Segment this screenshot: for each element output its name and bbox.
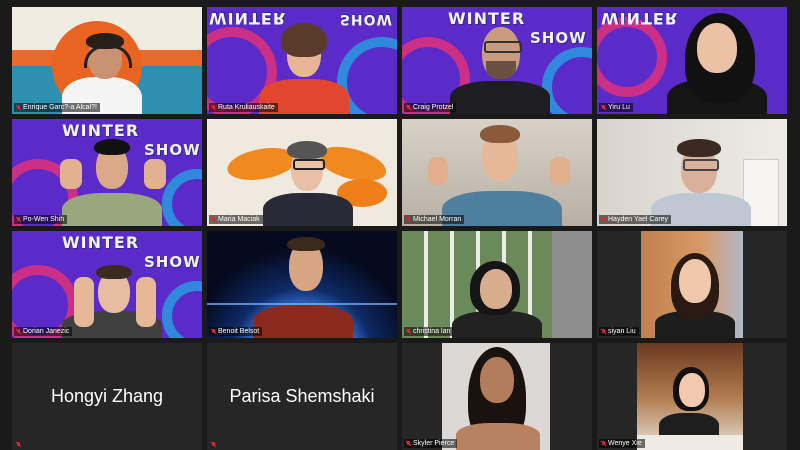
video-tile-camera-off[interactable]: Parisa Shemshaki bbox=[207, 343, 397, 450]
participant-name: Enrique Garc?-a Alcal?! bbox=[23, 104, 97, 111]
muted-mic-icon bbox=[211, 104, 216, 111]
sunset-background bbox=[12, 7, 202, 114]
video-tile[interactable]: Maria Maciak bbox=[207, 119, 397, 226]
room-background bbox=[402, 119, 592, 226]
name-tag: Skyler Pierce bbox=[404, 439, 458, 448]
participant-display-name: Parisa Shemshaki bbox=[229, 386, 375, 406]
muted-mic-icon bbox=[601, 328, 606, 335]
video-tile[interactable]: Wenye Xie bbox=[597, 343, 787, 450]
video-tile[interactable]: christina lan bbox=[402, 231, 592, 338]
video-tile[interactable]: siyan Liu bbox=[597, 231, 787, 338]
participant-name: Yiru Lu bbox=[608, 104, 630, 111]
participant-name: Benoit Belsot bbox=[218, 328, 260, 335]
muted-mic-icon bbox=[601, 104, 606, 111]
winter-text: WINTER bbox=[448, 9, 526, 28]
name-tag bbox=[14, 442, 24, 448]
muted-mic-icon bbox=[406, 440, 411, 447]
muted-mic-icon bbox=[16, 328, 21, 335]
name-tag: Dorian Janezic bbox=[14, 327, 73, 336]
show-text: SHOW bbox=[339, 11, 393, 27]
participant-name: Craig Protzel bbox=[413, 104, 454, 111]
winter-show-background: WINTER SHOW bbox=[12, 119, 202, 226]
participant-name: Michael Morran bbox=[413, 216, 462, 223]
winter-show-background: WINTER SHOW bbox=[12, 231, 202, 338]
name-tag: Michael Morran bbox=[404, 215, 465, 224]
muted-mic-icon bbox=[211, 328, 216, 335]
video-tile[interactable]: WINTER Yiru Lu bbox=[597, 7, 787, 114]
muted-mic-icon bbox=[601, 216, 606, 223]
winter-text: WINTER bbox=[62, 121, 140, 140]
video-tile[interactable]: WINTER SHOW Dorian Janezic bbox=[12, 231, 202, 338]
name-tag: siyan Liu bbox=[599, 327, 639, 336]
window-background bbox=[402, 231, 592, 338]
video-feed bbox=[597, 231, 787, 338]
name-tag: Ruta Kruliauskaite bbox=[209, 103, 278, 112]
name-tag: Enrique Garc?-a Alcal?! bbox=[14, 103, 100, 112]
participant-name: Po-Wen Shih bbox=[23, 216, 65, 223]
video-tile-active-speaker[interactable]: WINTER SHOW Ruta Kruliauskaite bbox=[207, 7, 397, 114]
name-tag: Benoit Belsot bbox=[209, 327, 263, 336]
participant-name: christina lan bbox=[413, 328, 451, 335]
winter-show-background: WINTER SHOW bbox=[207, 7, 397, 114]
video-feed bbox=[597, 343, 787, 450]
name-tag: Hayden Yael Carey bbox=[599, 215, 672, 224]
show-text: SHOW bbox=[144, 141, 201, 159]
muted-mic-icon bbox=[406, 216, 411, 223]
video-tile[interactable]: Benoit Belsot bbox=[207, 231, 397, 338]
participant-name: siyan Liu bbox=[608, 328, 636, 335]
muted-mic-icon bbox=[406, 104, 411, 111]
winter-show-background: WINTER SHOW bbox=[402, 7, 592, 114]
video-tile-camera-off[interactable]: Hongyi Zhang bbox=[12, 343, 202, 450]
muted-mic-icon bbox=[601, 440, 606, 447]
participant-name: Hayden Yael Carey bbox=[608, 216, 669, 223]
space-background bbox=[207, 231, 397, 338]
video-tile[interactable]: Michael Morran bbox=[402, 119, 592, 226]
winter-show-background: WINTER bbox=[597, 7, 787, 114]
show-text: SHOW bbox=[144, 253, 201, 271]
participant-name: Skyler Pierce bbox=[413, 440, 455, 447]
video-tile[interactable]: WINTER SHOW Craig Protzel bbox=[402, 7, 592, 114]
video-tile[interactable]: Enrique Garc?-a Alcal?! bbox=[12, 7, 202, 114]
winter-text: WINTER bbox=[209, 9, 287, 28]
video-grid: Enrique Garc?-a Alcal?! WINTER SHOW Ruta… bbox=[0, 0, 800, 450]
muted-mic-icon bbox=[16, 216, 21, 223]
muted-mic-icon bbox=[16, 442, 21, 448]
name-tag: Wenye Xie bbox=[599, 439, 645, 448]
name-tag: Craig Protzel bbox=[404, 103, 457, 112]
show-text: SHOW bbox=[530, 29, 587, 47]
name-tag: christina lan bbox=[404, 327, 454, 336]
room-background bbox=[597, 119, 787, 226]
flower-background bbox=[207, 119, 397, 226]
name-tag bbox=[209, 442, 219, 448]
muted-mic-icon bbox=[16, 104, 21, 111]
muted-mic-icon bbox=[211, 442, 216, 448]
name-tag: Po-Wen Shih bbox=[14, 215, 68, 224]
participant-name: Maria Maciak bbox=[218, 216, 260, 223]
muted-mic-icon bbox=[406, 328, 411, 335]
muted-mic-icon bbox=[211, 216, 216, 223]
participant-name: Ruta Kruliauskaite bbox=[218, 104, 275, 111]
participant-name: Dorian Janezic bbox=[23, 328, 70, 335]
participant-name: Wenye Xie bbox=[608, 440, 642, 447]
name-tag: Yiru Lu bbox=[599, 103, 633, 112]
winter-text: WINTER bbox=[62, 233, 140, 252]
participant-display-name: Hongyi Zhang bbox=[50, 386, 164, 406]
video-tile[interactable]: Hayden Yael Carey bbox=[597, 119, 787, 226]
video-tile[interactable]: WINTER SHOW Po-Wen Shih bbox=[12, 119, 202, 226]
video-tile[interactable]: Skyler Pierce bbox=[402, 343, 592, 450]
video-feed bbox=[402, 343, 592, 450]
winter-text: WINTER bbox=[601, 9, 679, 28]
name-tag: Maria Maciak bbox=[209, 215, 263, 224]
